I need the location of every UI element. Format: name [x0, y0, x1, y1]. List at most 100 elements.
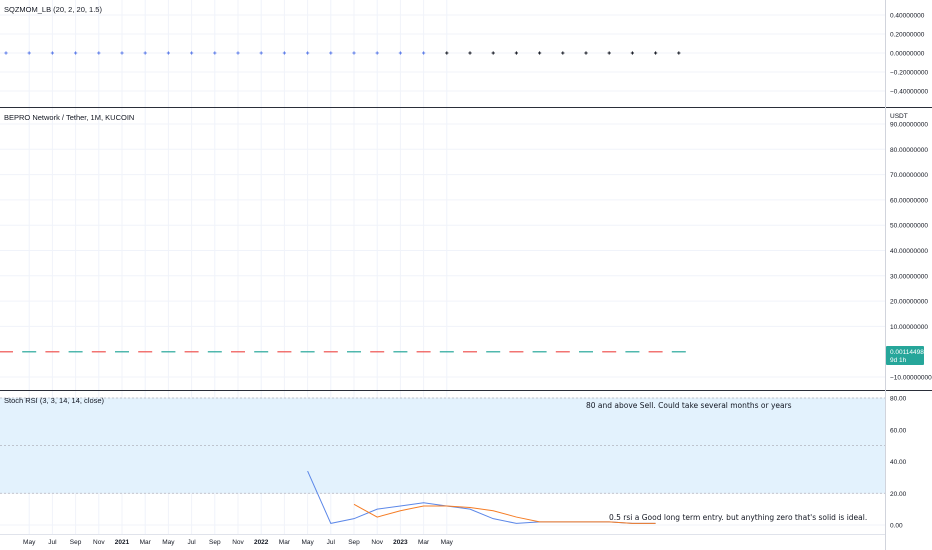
price-candle [277, 351, 292, 353]
price-candle [207, 351, 222, 353]
y-tick-label: 80.00000000 [890, 147, 928, 154]
price-candle [161, 351, 176, 353]
last-price-tag: 0.00114498 9d 1h [886, 346, 924, 365]
price-unit-label: USDT [890, 113, 908, 120]
momentum-point [190, 51, 194, 55]
momentum-point [607, 51, 611, 55]
price-candle [579, 351, 593, 353]
x-tick-label: Nov [371, 539, 383, 546]
momentum-point [329, 51, 333, 55]
time-axis[interactable]: May Jul Sep Nov 2021 Mar May Jul Sep Nov 2022 Mar Ma… [23, 539, 454, 546]
price-title: BEPRO Network / Tether, 1M, KUCOIN [4, 113, 134, 122]
price-candle [0, 351, 13, 353]
price-candle [602, 351, 617, 353]
price-candle [370, 351, 385, 353]
chart-root: SQZMOM_LB (20, 2, 20, 1.5) 0.40000000 0.2… [0, 0, 932, 550]
momentum-point [561, 51, 565, 55]
price-y-axis[interactable]: 90.00000000 80.00000000 70.00000000 60.0000… [890, 122, 932, 382]
price-candle [184, 351, 199, 353]
annotation-entry-note: 0.5 rsi a Good long term entry. but anyt… [609, 513, 867, 522]
x-tick-label: May [23, 539, 36, 546]
momentum-point [213, 51, 217, 55]
x-tick-label: 2021 [115, 539, 130, 546]
price-candle [648, 351, 663, 353]
stoch-rsi-band [0, 397, 885, 494]
stoch-rsi-y-axis[interactable]: 80.00 60.00 40.00 20.00 0.00 [890, 396, 907, 530]
y-tick-label: 0.00000000 [890, 51, 925, 58]
price-candle [532, 351, 547, 353]
x-tick-label: May [441, 539, 454, 546]
x-tick-label: Sep [209, 539, 221, 546]
price-candle [555, 351, 570, 353]
momentum-point [259, 51, 263, 55]
annotation-sell-note: 80 and above Sell. Could take several mo… [586, 401, 792, 410]
y-tick-label: 60.00 [890, 427, 907, 434]
momentum-point [352, 51, 356, 55]
x-tick-label: 2022 [254, 539, 269, 546]
x-tick-label: Nov [232, 539, 244, 546]
price-candle [231, 351, 245, 353]
y-tick-label: 20.00000000 [890, 299, 928, 306]
momentum-point [120, 51, 124, 55]
squeeze-momentum-title: SQZMOM_LB (20, 2, 20, 1.5) [4, 5, 102, 14]
y-tick-label: 0.00 [890, 523, 903, 530]
x-tick-label: May [162, 539, 175, 546]
momentum-point [97, 51, 101, 55]
price-candle [393, 351, 408, 353]
y-tick-label: −0.20000000 [890, 70, 929, 77]
y-tick-label: 60.00000000 [890, 197, 928, 204]
y-tick-label: 30.00000000 [890, 273, 928, 280]
price-candle [463, 351, 477, 353]
y-tick-label: 20.00 [890, 491, 907, 498]
price-candle [347, 351, 361, 353]
momentum-point [445, 51, 449, 55]
x-tick-label: Sep [70, 539, 82, 546]
momentum-point [422, 51, 426, 55]
y-tick-label: 10.00000000 [890, 324, 928, 331]
momentum-point [630, 51, 634, 55]
momentum-point [538, 51, 542, 55]
x-tick-label: Mar [279, 539, 291, 546]
last-price-value: 0.00114498 [890, 349, 924, 356]
price-candle [115, 351, 129, 353]
price-panel[interactable]: BEPRO Network / Tether, 1M, KUCOIN USDT … [0, 113, 932, 382]
stoch-rsi-panel[interactable]: Stoch RSI (3, 3, 14, 14, close) 80 and a… [0, 396, 907, 530]
x-tick-label: May [301, 539, 314, 546]
x-tick-label: Sep [348, 539, 360, 546]
squeeze-momentum-panel[interactable]: SQZMOM_LB (20, 2, 20, 1.5) 0.40000000 0.2… [4, 5, 929, 96]
x-tick-label: Mar [418, 539, 430, 546]
momentum-point [236, 51, 240, 55]
price-candle [45, 351, 60, 353]
momentum-point [306, 51, 310, 55]
price-candle [300, 351, 315, 353]
momentum-point [74, 51, 78, 55]
momentum-point [4, 51, 8, 55]
momentum-point [584, 51, 588, 55]
x-tick-label: Mar [140, 539, 152, 546]
y-tick-label: −0.40000000 [890, 89, 929, 96]
last-price-countdown: 9d 1h [890, 357, 907, 364]
y-tick-label: 90.00000000 [890, 122, 928, 129]
price-candle [68, 351, 83, 353]
price-marks [0, 351, 686, 353]
momentum-point [143, 51, 147, 55]
price-candle [625, 351, 640, 353]
y-tick-label: 0.20000000 [890, 32, 925, 39]
momentum-point [375, 51, 379, 55]
y-tick-label: 40.00000000 [890, 248, 928, 255]
y-tick-label: 50.00000000 [890, 223, 928, 230]
price-candle [254, 351, 269, 353]
price-candle [509, 351, 524, 353]
price-candle [671, 351, 686, 353]
price-candle [323, 351, 338, 353]
momentum-point [50, 51, 54, 55]
momentum-point [514, 51, 518, 55]
y-tick-label: 70.00000000 [890, 172, 928, 179]
x-tick-label: Jul [327, 539, 336, 546]
y-tick-label: −10.00000000 [890, 375, 932, 382]
x-tick-label: 2023 [393, 539, 408, 546]
squeeze-momentum-y-axis[interactable]: 0.40000000 0.20000000 0.00000000 −0.2000000… [890, 13, 929, 96]
price-candle [138, 351, 153, 353]
x-tick-label: Nov [93, 539, 105, 546]
momentum-point [677, 51, 681, 55]
